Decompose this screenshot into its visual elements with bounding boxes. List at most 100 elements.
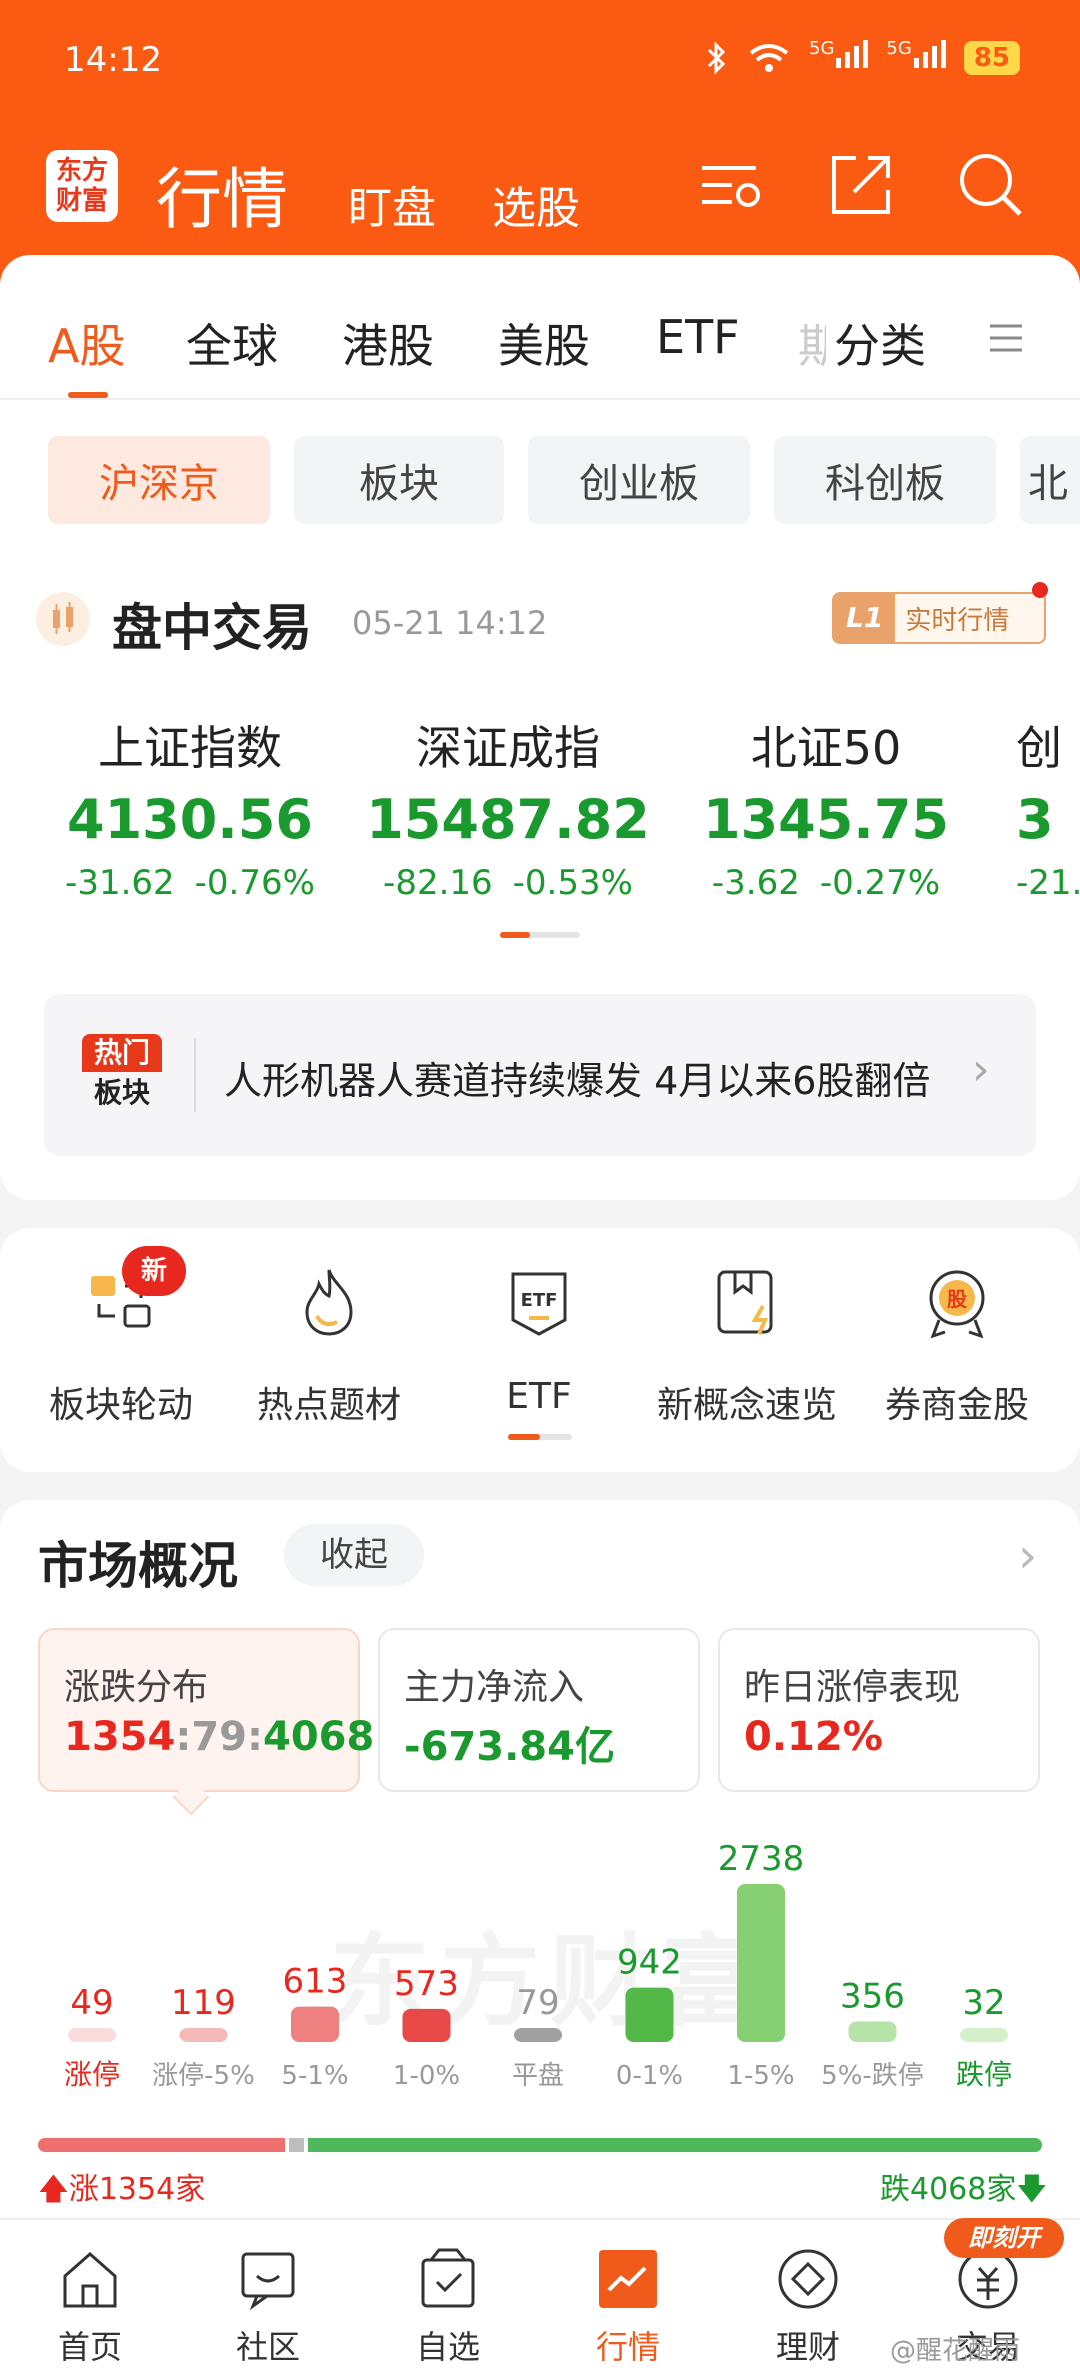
tab-hk[interactable]: 港股 xyxy=(342,310,434,376)
tabbar-watchlist[interactable]: 自选 xyxy=(388,2246,508,2368)
pill-star[interactable]: 科创板 xyxy=(774,436,996,524)
stat-yesterday-limit-up[interactable]: 昨日涨停表现 0.12% xyxy=(718,1628,1040,1792)
home-icon xyxy=(63,2252,117,2308)
status-icons: 5G 5G 85 xyxy=(705,38,1020,77)
distribution-bar-chart: 49 涨停 119 涨停-5% 613 5-1% 573 1-0% 79 平盘 942 0-1% 273… xyxy=(64,1839,1012,2091)
hot-sector-banner[interactable]: 热门 板块 人形机器人赛道持续爆发 4月以来6股翻倍 › xyxy=(44,994,1036,1156)
tabbar-home[interactable]: 首页 xyxy=(30,2246,150,2368)
bar-value-label: 613 xyxy=(283,1962,348,2002)
tool-scroll-indicator xyxy=(508,1434,572,1440)
tab-category[interactable]: 分类 xyxy=(834,310,926,376)
bar-value-label: 2738 xyxy=(718,1839,805,1879)
notification-dot xyxy=(1032,582,1048,598)
down-count: 跌4068家🡇 xyxy=(880,2172,1048,2207)
bar-value-label: 942 xyxy=(617,1943,682,1983)
collapse-button[interactable]: 收起 xyxy=(284,1524,424,1586)
bar-2 xyxy=(291,2006,339,2042)
index-sz[interactable]: 深证成指 15487.82 -82.16 -0.53% xyxy=(348,712,668,903)
ratio-bar-flat xyxy=(289,2138,304,2152)
bar-value-label: 356 xyxy=(840,1976,905,2016)
tool-broker-gold[interactable]: 股 券商金股 xyxy=(862,1262,1052,1428)
bar-3 xyxy=(402,2008,451,2042)
tool-etf[interactable]: ETF ETF xyxy=(444,1262,634,1417)
signal-5g-1: 5G xyxy=(809,38,869,77)
bar-1 xyxy=(179,2028,228,2042)
chevron-right-icon[interactable]: › xyxy=(1018,1528,1037,1584)
bar-category-label: 跌停 xyxy=(956,2058,1012,2091)
tabbar-wealth[interactable]: 理财 xyxy=(748,2246,868,2368)
tabbar-market[interactable]: 行情 xyxy=(568,2246,688,2368)
tab-global[interactable]: 全球 xyxy=(186,310,278,376)
bar-6 xyxy=(737,1884,785,2042)
bar-8 xyxy=(960,2028,1008,2042)
bar-value-label: 119 xyxy=(171,1983,236,2023)
promo-badge[interactable]: 即刻开 xyxy=(944,2218,1064,2258)
tab-us[interactable]: 美股 xyxy=(498,310,590,376)
svg-text:ETF: ETF xyxy=(521,1290,558,1311)
app-logo: 东方财富 xyxy=(46,150,118,222)
trading-title: 盘中交易 xyxy=(112,599,312,657)
wealth-icon xyxy=(778,2249,838,2309)
pill-sector[interactable]: 板块 xyxy=(294,436,504,524)
watermark-credit: @醒花醒雨 xyxy=(890,2336,1021,2366)
concept-icon xyxy=(717,1270,773,1335)
community-icon xyxy=(241,2252,295,2311)
watchlist-icon xyxy=(421,2248,475,2308)
hot-sector-text: 人形机器人赛道持续爆发 4月以来6股翻倍 xyxy=(224,1059,931,1103)
settings-list-icon[interactable] xyxy=(696,150,766,220)
pill-bse[interactable]: 北 xyxy=(1020,436,1080,524)
nav-xuangu[interactable]: 选股 xyxy=(492,172,580,236)
bar-category-label: 涨停 xyxy=(64,2058,120,2091)
bar-value-label: 573 xyxy=(394,1964,459,2004)
stat-distribution[interactable]: 涨跌分布 1354:79:4068 xyxy=(38,1628,374,1792)
search-icon[interactable] xyxy=(956,150,1026,220)
index-bz50[interactable]: 北证50 1345.75 -3.62 -0.27% xyxy=(666,712,986,903)
tool-sector-rotation[interactable]: 板块轮动 xyxy=(26,1262,216,1428)
arrow-up-icon: 🡅 xyxy=(38,2172,69,2207)
signal-5g-2: 5G xyxy=(886,38,946,77)
menu-icon[interactable] xyxy=(986,318,1026,358)
bar-value-label: 49 xyxy=(70,1983,113,2023)
realtime-badge[interactable]: L1 实时行情 xyxy=(832,592,1046,644)
bar-category-label: 1-5% xyxy=(727,2061,794,2091)
pill-chinext[interactable]: 创业板 xyxy=(528,436,750,524)
market-overview-title: 市场概况 xyxy=(38,1537,238,1595)
nav-dingpan[interactable]: 盯盘 xyxy=(348,172,436,236)
page-title: 行情 xyxy=(156,161,288,238)
bar-category-label: 涨停-5% xyxy=(152,2061,255,2091)
share-icon[interactable] xyxy=(826,150,896,220)
tab-a-share[interactable]: A股 xyxy=(48,310,125,376)
tab-etf[interactable]: ETF xyxy=(656,310,740,364)
bar-category-label: 5%-跌停 xyxy=(821,2061,924,2091)
index-sh[interactable]: 上证指数 4130.56 -31.62 -0.76% xyxy=(30,712,350,903)
index-cyb[interactable]: 创 3 -21. xyxy=(1016,712,1080,903)
bar-value-label: 79 xyxy=(516,1983,559,2023)
tabbar-community[interactable]: 社区 xyxy=(208,2246,328,2368)
divider xyxy=(0,398,1080,400)
ratio-bar-down xyxy=(307,2138,1042,2152)
bar-value-label: 32 xyxy=(962,1983,1005,2023)
new-badge: 新 xyxy=(122,1246,186,1296)
separator xyxy=(194,1038,196,1112)
tab-futures[interactable]: 期 xyxy=(798,310,826,376)
status-time: 14:12 xyxy=(64,40,162,80)
candlestick-icon xyxy=(36,592,90,646)
bar-category-label: 0-1% xyxy=(616,2061,683,2091)
up-count: 🡅涨1354家 xyxy=(38,2172,206,2207)
arrow-down-icon: 🡇 xyxy=(1016,2172,1048,2207)
carousel-indicator xyxy=(500,932,580,938)
tool-new-concept[interactable]: 新概念速览 xyxy=(652,1262,842,1428)
bar-category-label: 平盘 xyxy=(512,2061,564,2091)
chevron-right-icon: › xyxy=(972,1044,990,1095)
stat-main-inflow[interactable]: 主力净流入 -673.84亿 xyxy=(378,1628,700,1792)
battery-indicator: 85 xyxy=(963,40,1020,75)
pill-hushenjing[interactable]: 沪深京 xyxy=(48,436,270,524)
market-icon xyxy=(599,2250,657,2308)
bar-category-label: 1-0% xyxy=(393,2061,460,2091)
trading-time: 05-21 14:12 xyxy=(352,604,548,642)
hot-sector-badge: 热门 板块 xyxy=(82,1034,162,1116)
bluetooth-icon xyxy=(707,40,726,75)
svg-text:股: 股 xyxy=(947,1287,967,1311)
tool-hot-topic[interactable]: 热点题材 xyxy=(234,1262,424,1428)
bar-5 xyxy=(625,1987,674,2042)
